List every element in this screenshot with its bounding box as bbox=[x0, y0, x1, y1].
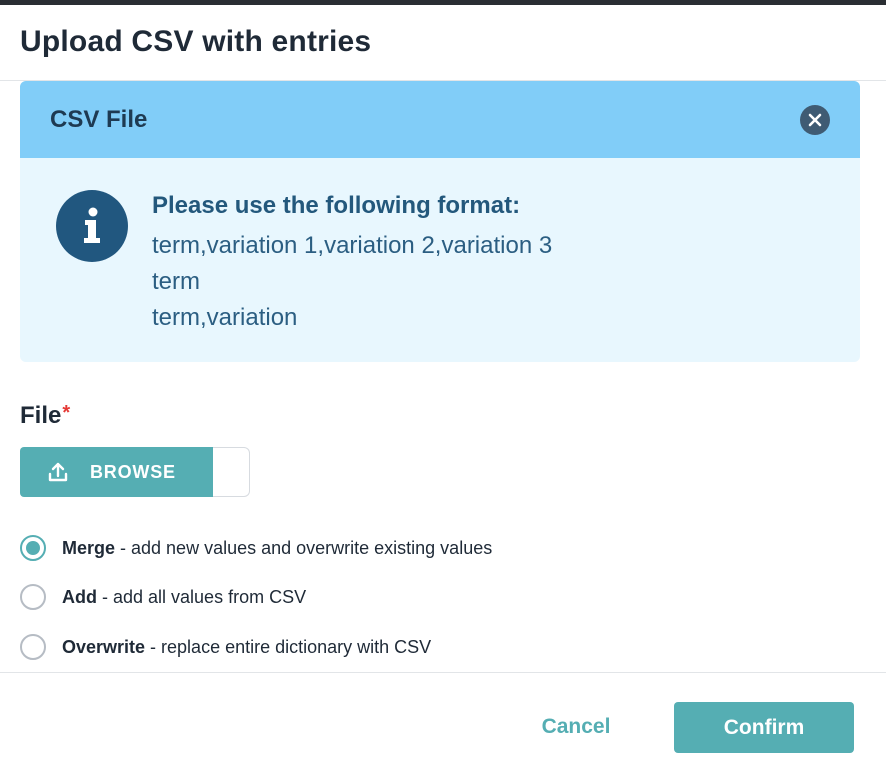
format-examples: term,variation 1,variation 2,variation 3… bbox=[152, 228, 552, 336]
format-example-line: term bbox=[152, 268, 200, 295]
radio-button-overwrite[interactable] bbox=[20, 634, 46, 660]
browse-button-label: BROWSE bbox=[90, 461, 176, 482]
csv-panel-title: CSV File bbox=[50, 106, 148, 133]
format-example-line: term,variation bbox=[152, 304, 298, 331]
file-upload-control: BROWSE bbox=[20, 447, 250, 497]
file-field-label: File* bbox=[20, 402, 70, 430]
required-marker: * bbox=[62, 402, 71, 424]
upload-icon bbox=[46, 460, 70, 484]
format-example-line: term,variation 1,variation 2,variation 3 bbox=[152, 232, 553, 259]
dialog-footer: Cancel Confirm bbox=[0, 672, 886, 777]
format-instructions-title: Please use the following format: bbox=[152, 192, 521, 219]
radio-button-add[interactable] bbox=[20, 584, 46, 610]
file-label-text: File bbox=[20, 402, 62, 429]
dialog-title: Upload CSV with entries bbox=[20, 25, 372, 58]
dialog-header: Upload CSV with entries bbox=[0, 5, 886, 81]
cancel-button[interactable]: Cancel bbox=[520, 702, 632, 752]
radio-button-merge[interactable] bbox=[20, 535, 46, 561]
radio-selected-dot bbox=[26, 541, 40, 555]
close-icon[interactable] bbox=[800, 105, 830, 135]
radio-label-add: Add - add all values from CSV bbox=[62, 586, 307, 607]
csv-format-panel: CSV File Please use the following format… bbox=[20, 81, 860, 362]
radio-option-merge[interactable]: Merge - add new values and overwrite exi… bbox=[20, 535, 492, 561]
radio-label-merge: Merge - add new values and overwrite exi… bbox=[62, 537, 493, 558]
radio-option-add[interactable]: Add - add all values from CSV bbox=[20, 584, 306, 610]
confirm-button[interactable]: Confirm bbox=[674, 702, 854, 753]
csv-panel-header: CSV File bbox=[20, 81, 860, 158]
selected-file-display[interactable] bbox=[213, 447, 250, 497]
radio-option-overwrite[interactable]: Overwrite - replace entire dictionary wi… bbox=[20, 634, 431, 660]
radio-label-overwrite: Overwrite - replace entire dictionary wi… bbox=[62, 636, 432, 657]
info-icon bbox=[56, 190, 128, 262]
browse-button[interactable]: BROWSE bbox=[20, 447, 213, 497]
